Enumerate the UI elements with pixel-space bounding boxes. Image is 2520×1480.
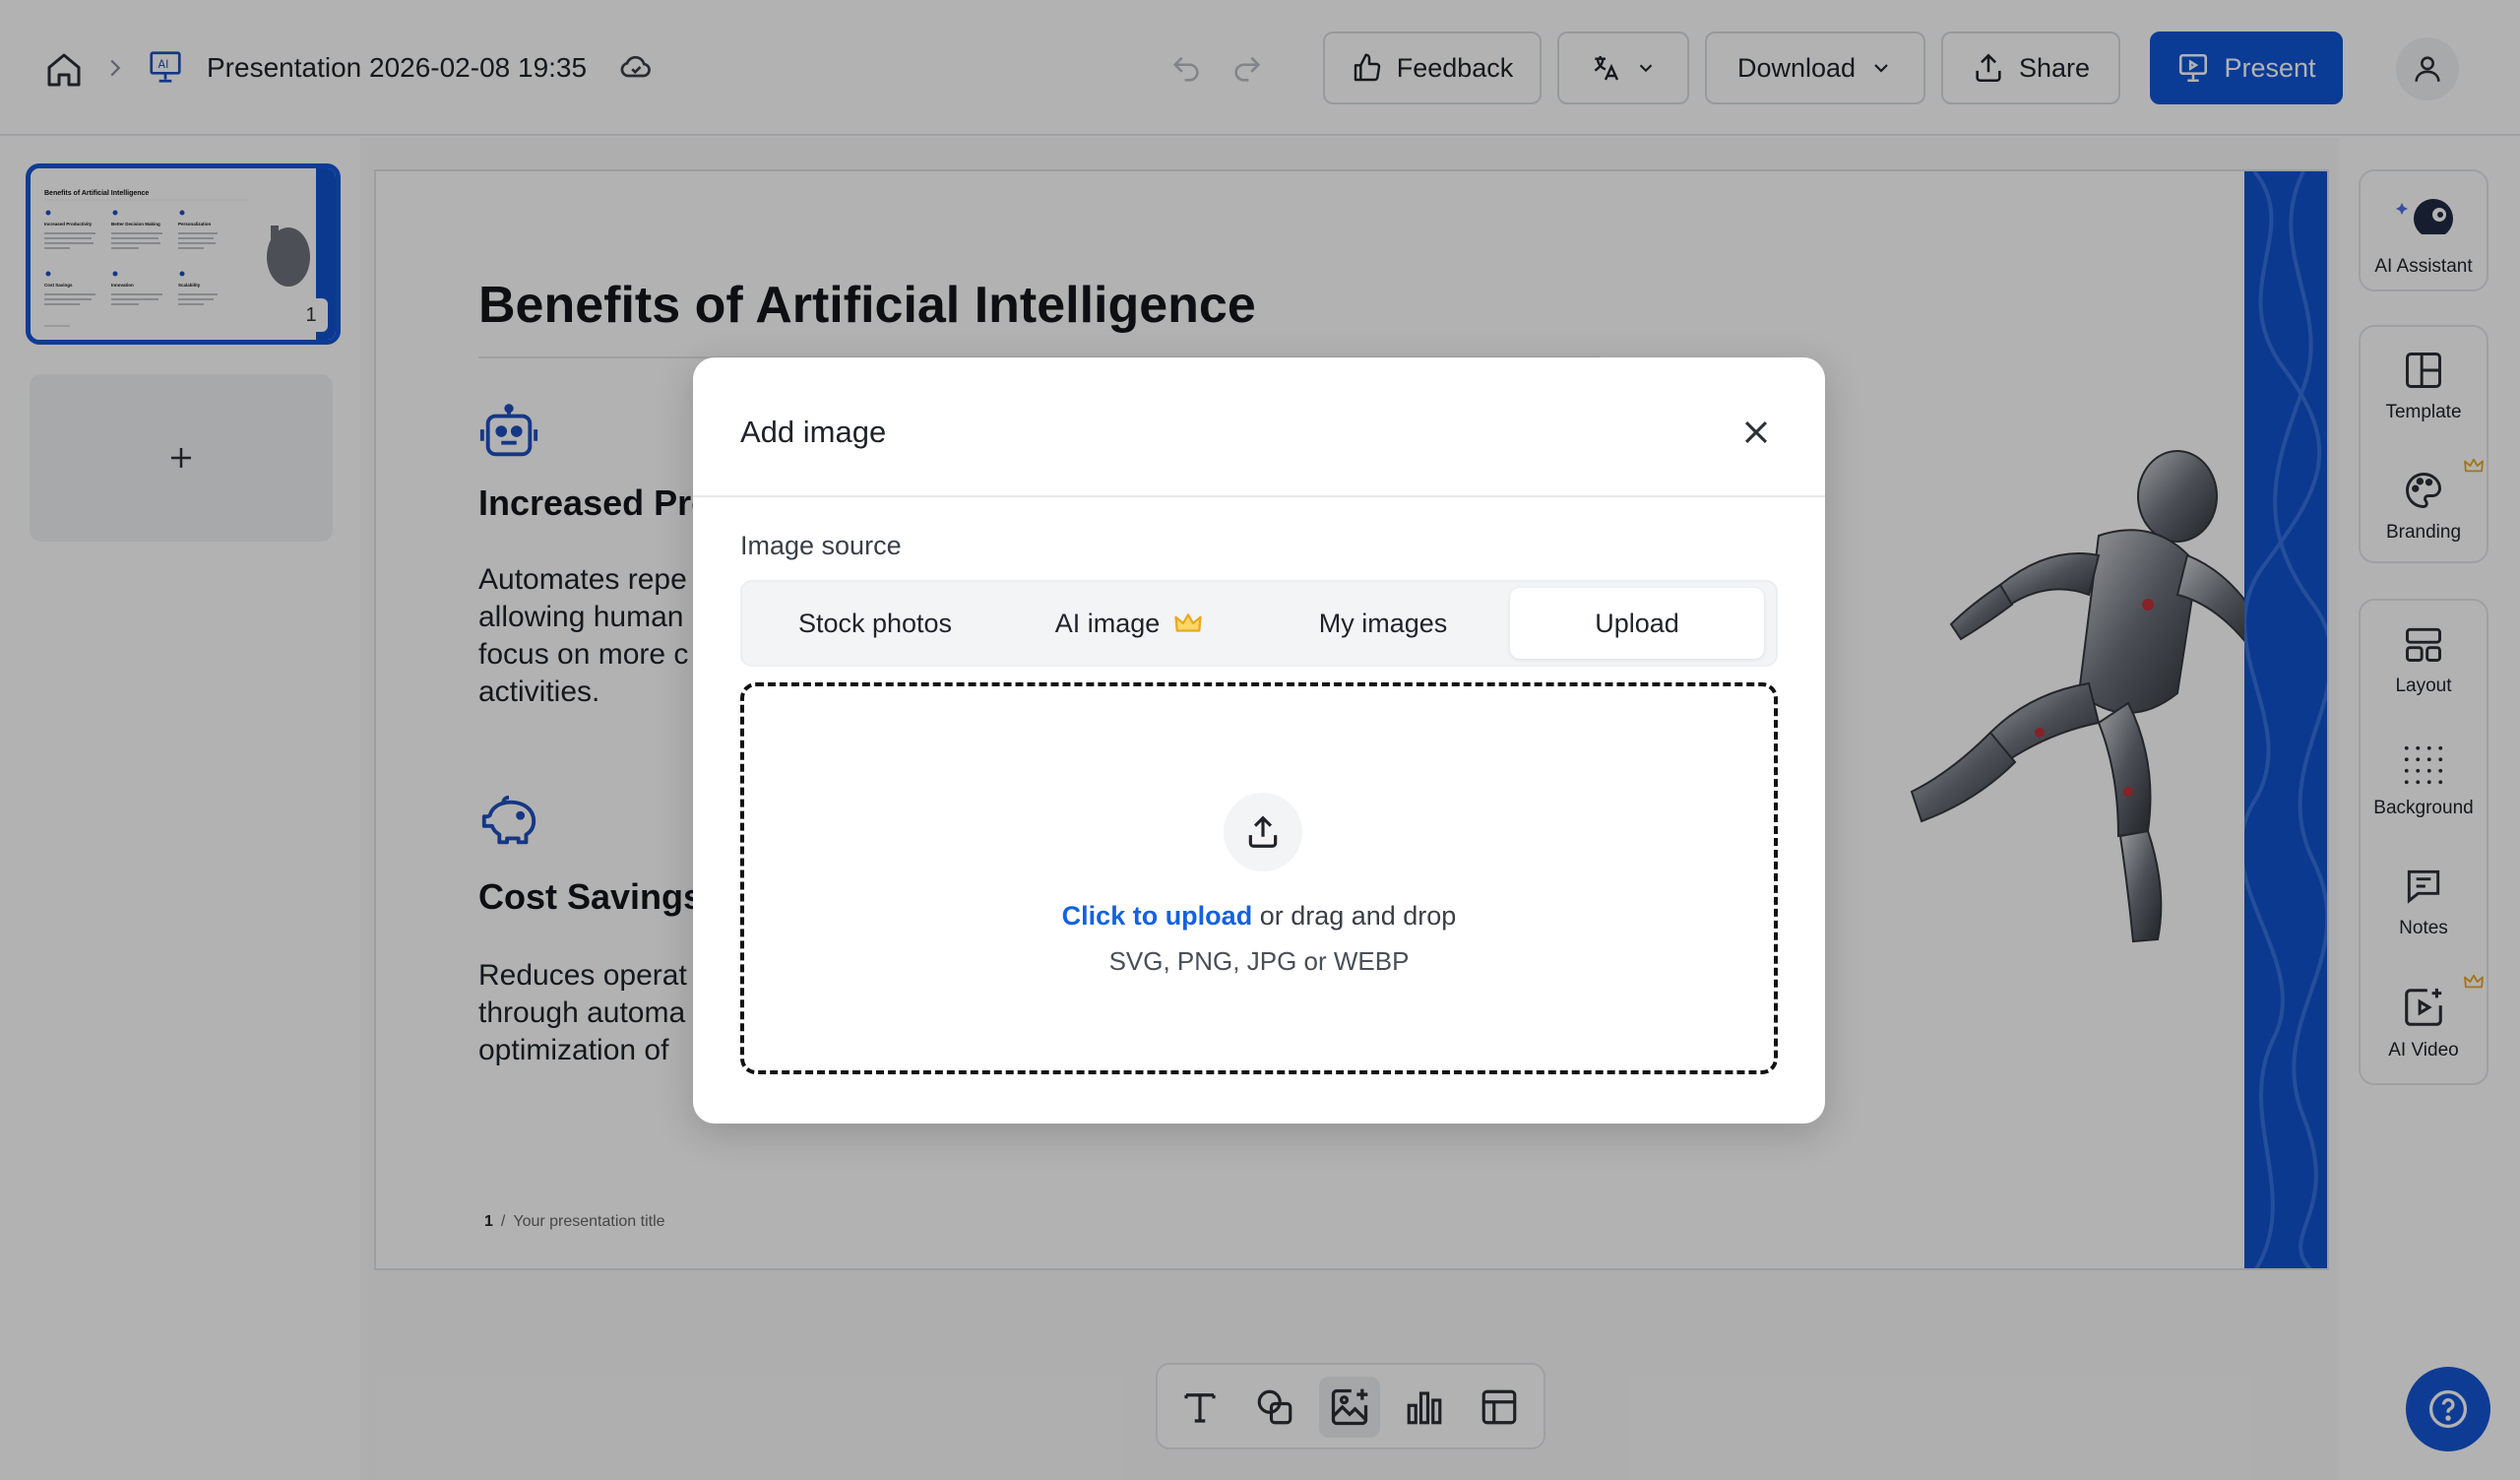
- tab-label: My images: [1318, 608, 1448, 638]
- tab-upload[interactable]: Upload: [1510, 588, 1764, 659]
- tab-ai-image[interactable]: AI image: [1002, 588, 1256, 659]
- upload-instructions: Click to upload or drag and drop: [744, 901, 1774, 932]
- close-icon: [1744, 420, 1768, 444]
- tab-label: Stock photos: [797, 608, 953, 638]
- dialog-title: Add image: [740, 415, 887, 449]
- close-button[interactable]: [1727, 403, 1786, 462]
- tab-my-images[interactable]: My images: [1256, 588, 1510, 659]
- upload-icon-container: [1224, 793, 1302, 871]
- image-source-tabs: Stock photos AI image My images Upload: [740, 580, 1778, 667]
- supported-formats: SVG, PNG, JPG or WEBP: [1108, 946, 1410, 976]
- upload-dropzone[interactable]: Click to upload or drag and drop SVG, PN…: [740, 682, 1778, 1074]
- upload-icon: [1248, 815, 1278, 848]
- drag-drop-text: or drag and drop: [1252, 901, 1457, 931]
- image-source-label: Image source: [740, 531, 902, 560]
- tab-stock-photos[interactable]: Stock photos: [748, 588, 1002, 659]
- click-to-upload-link[interactable]: Click to upload: [1062, 901, 1253, 931]
- premium-crown-icon: [1174, 613, 1202, 632]
- add-image-dialog: Add image Image source Stock photos AI i…: [693, 357, 1825, 1124]
- tab-label: AI image: [1054, 608, 1161, 638]
- tab-label: Upload: [1595, 608, 1679, 638]
- dialog-divider: [693, 495, 1825, 497]
